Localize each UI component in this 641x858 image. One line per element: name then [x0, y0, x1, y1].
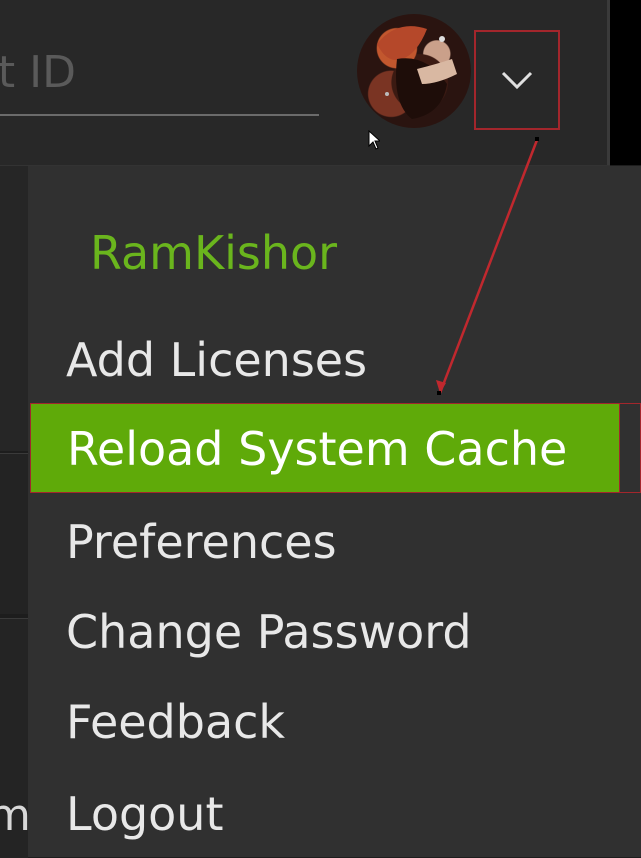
menu-item-logout[interactable]: Logout	[28, 770, 641, 858]
menu-item-feedback[interactable]: Feedback	[28, 678, 641, 766]
mouse-cursor-icon	[368, 130, 380, 150]
menu-item-reload-system-cache[interactable]: Reload System Cache	[30, 403, 620, 493]
menu-item-change-password[interactable]: Change Password	[28, 588, 641, 676]
window-edge	[610, 0, 641, 165]
user-name: RamKishor	[90, 226, 338, 280]
search-input[interactable]	[0, 30, 319, 116]
user-avatar[interactable]	[357, 14, 471, 128]
background-panel	[0, 166, 28, 451]
user-menu-toggle-button[interactable]	[474, 30, 560, 130]
menu-item-preferences[interactable]: Preferences	[28, 498, 641, 586]
avatar-image-icon	[377, 26, 457, 119]
background-panel	[0, 453, 28, 614]
highlight-outline	[620, 403, 641, 493]
top-header	[0, 0, 610, 166]
background-text: m	[0, 790, 31, 841]
menu-item-add-licenses[interactable]: Add Licenses	[28, 316, 641, 404]
user-dropdown-menu: RamKishor Add Licenses Reload System Cac…	[28, 166, 641, 857]
chevron-down-icon	[501, 71, 533, 90]
